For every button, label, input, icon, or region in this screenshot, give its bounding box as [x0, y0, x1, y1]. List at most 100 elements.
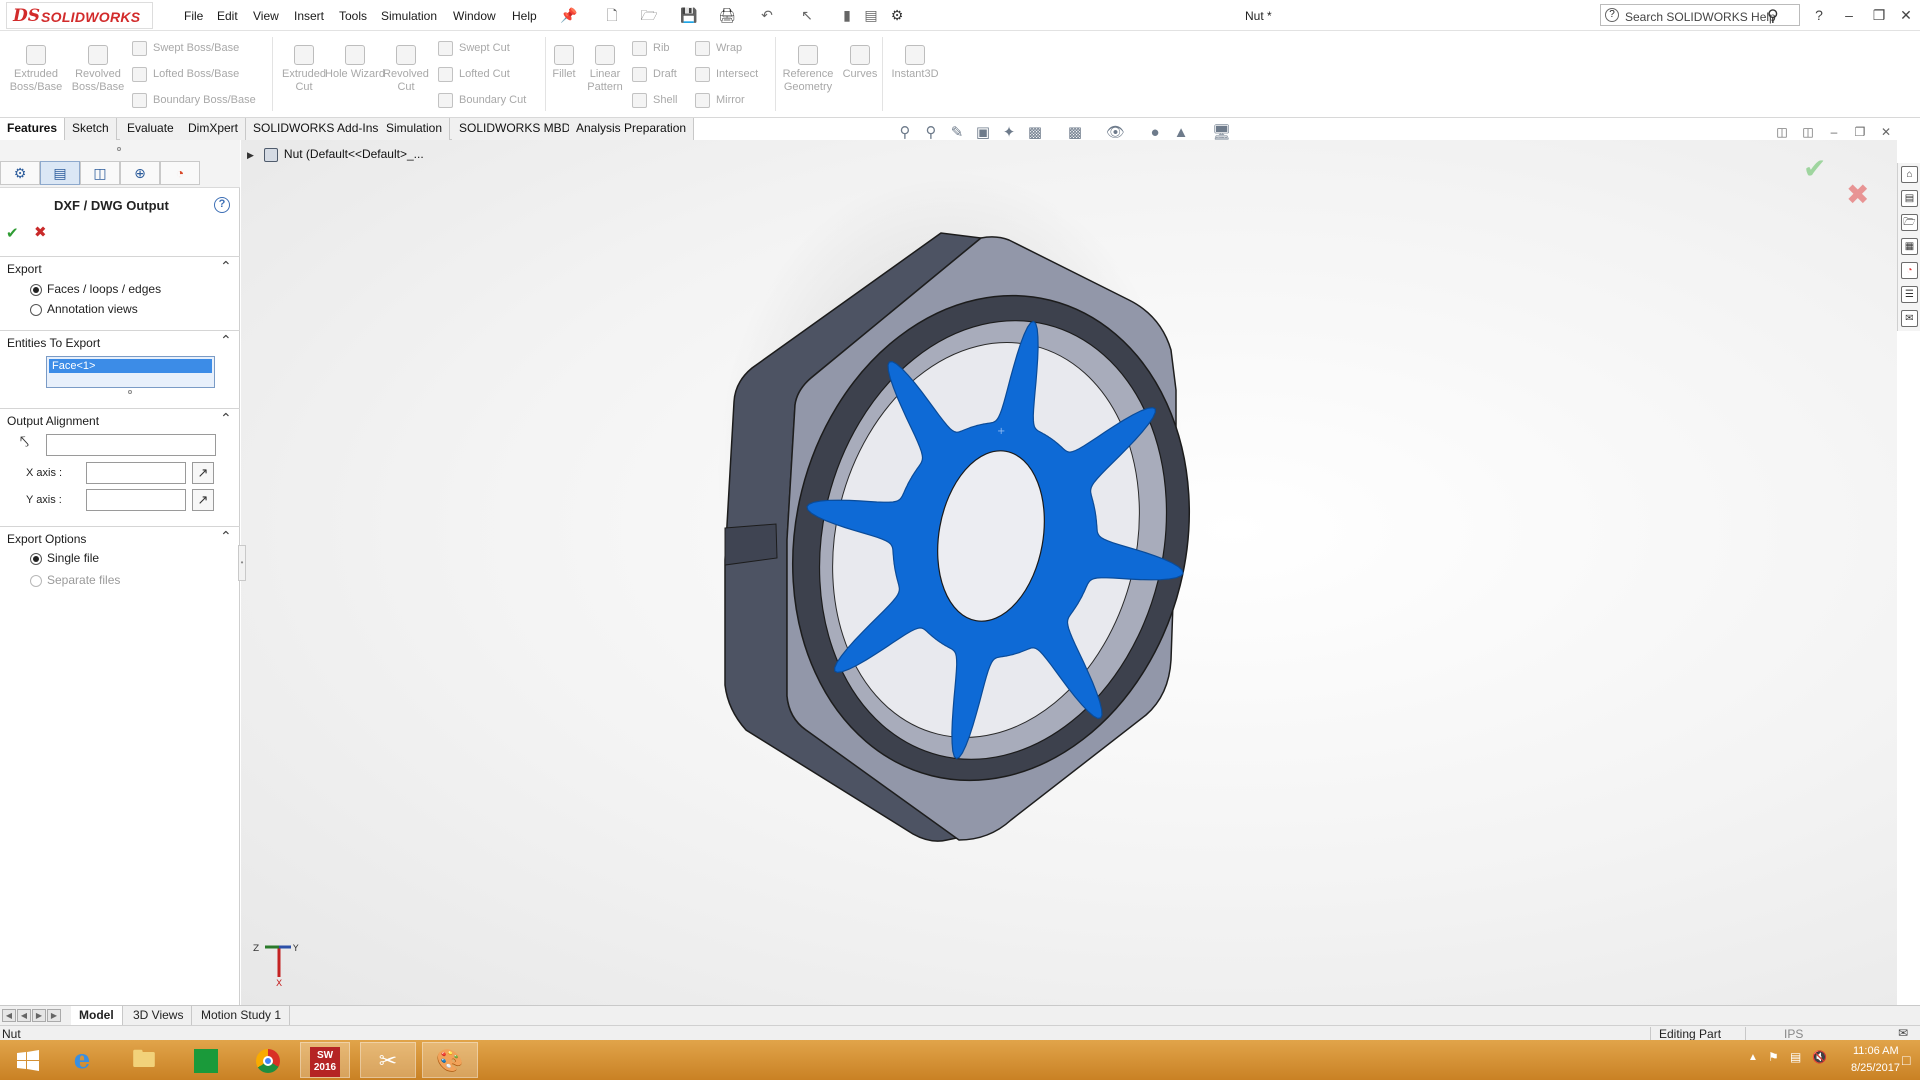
rebuild-icon[interactable]: ▮	[838, 6, 856, 24]
prev-tab-arrow-icon[interactable]: ◀	[17, 1009, 31, 1022]
confirm-cancel-icon[interactable]: ✖	[1846, 178, 1869, 211]
previous-view-icon[interactable]: ✎	[948, 124, 966, 142]
list-resize-handle[interactable]	[128, 390, 132, 394]
tab-model[interactable]: Model	[71, 1006, 123, 1025]
draft-button[interactable]: Draft	[632, 65, 677, 83]
tab-solidworks-mbd[interactable]: SOLIDWORKS MBD	[452, 118, 579, 140]
radio-faces-loops-edges[interactable]: Faces / loops / edges	[30, 281, 161, 297]
panel-splitter-handle[interactable]	[117, 147, 121, 151]
tab-simulation[interactable]: Simulation	[379, 118, 451, 140]
swept-boss-base-button[interactable]: Swept Boss/Base	[132, 39, 256, 57]
graphics-split-icon[interactable]: ◫	[1774, 125, 1790, 139]
ok-button[interactable]: ✔	[6, 224, 19, 242]
forum-icon[interactable]: ✉	[1901, 310, 1918, 327]
graphics-minimize-icon[interactable]: –	[1826, 125, 1842, 139]
section-view-icon[interactable]: ▣	[974, 124, 992, 142]
search-help-field[interactable]: ? Search SOLIDWORKS Help ⚲	[1600, 4, 1800, 26]
minimize-button[interactable]: –	[1838, 5, 1860, 25]
custom-properties-icon[interactable]: ☰	[1901, 286, 1918, 303]
snipping-tool-icon[interactable]: ✂	[360, 1042, 416, 1078]
expand-arrow-icon[interactable]: ▶	[247, 150, 254, 160]
mirror-button[interactable]: Mirror	[695, 91, 758, 109]
confirm-ok-icon[interactable]: ✔	[1803, 152, 1826, 185]
origin-field[interactable]	[46, 434, 216, 456]
appearances-icon[interactable]: ◔	[1901, 262, 1918, 279]
undo-icon[interactable]: ↶	[758, 6, 776, 24]
export-section-header[interactable]: Export ⌃	[0, 256, 240, 276]
first-tab-arrow-icon[interactable]: ◀	[2, 1009, 16, 1022]
tab-3d-views[interactable]: 3D Views	[125, 1006, 193, 1025]
radio-single-file[interactable]: Single file	[30, 550, 99, 566]
zoom-to-area-icon[interactable]: ⚲	[922, 124, 940, 142]
feature-manager-tab-icon[interactable]: ⚙	[0, 161, 40, 185]
entities-selection-list[interactable]: Face<1>	[46, 356, 215, 388]
help-icon[interactable]: ?	[214, 197, 230, 213]
chrome-icon[interactable]	[240, 1042, 296, 1078]
paint-icon[interactable]: 🎨	[422, 1042, 478, 1078]
tab-dimxpert[interactable]: DimXpert	[181, 118, 247, 140]
windows-start-icon[interactable]	[0, 1042, 56, 1078]
file-explorer-taskbar-icon[interactable]: 🖿	[116, 1042, 172, 1078]
file-properties-icon[interactable]: ▤	[862, 6, 880, 24]
cancel-button[interactable]: ✖	[34, 223, 47, 241]
clock-date[interactable]: 8/25/2017	[1851, 1062, 1900, 1074]
view-palette-icon[interactable]: ▦	[1901, 238, 1918, 255]
collapse-chevron-icon[interactable]: ⌃	[220, 258, 232, 275]
graphics-close-icon[interactable]: ✕	[1878, 125, 1894, 139]
status-units[interactable]: IPS	[1745, 1027, 1825, 1041]
last-tab-arrow-icon[interactable]: ▶	[47, 1009, 61, 1022]
display-style-icon[interactable]: ▩	[1066, 124, 1084, 142]
view-settings-icon[interactable]: 🖥	[1212, 124, 1231, 142]
restore-button[interactable]: ❐	[1868, 5, 1890, 25]
options-gear-icon[interactable]: ⚙	[888, 6, 906, 24]
solidworks-logo[interactable]: DS SOLIDWORKS	[6, 2, 153, 29]
menu-view[interactable]: View	[253, 9, 279, 23]
open-folder-icon[interactable]: 🗁	[640, 6, 658, 24]
graphics-expand-icon[interactable]: ◫	[1800, 125, 1816, 139]
lofted-boss-base-button[interactable]: Lofted Boss/Base	[132, 65, 256, 83]
next-tab-arrow-icon[interactable]: ▶	[32, 1009, 46, 1022]
property-manager-tab-icon[interactable]: ▤	[40, 161, 80, 185]
close-window-button[interactable]: ✕	[1895, 5, 1917, 25]
shell-button[interactable]: Shell	[632, 91, 677, 109]
volume-muted-icon[interactable]: 🔇	[1812, 1050, 1827, 1064]
edit-appearance-icon[interactable]: ●	[1146, 124, 1164, 142]
display-manager-tab-icon[interactable]: ◔	[160, 161, 200, 185]
revolved-cut-button[interactable]: Revolved Cut	[376, 45, 436, 94]
dimxpert-manager-tab-icon[interactable]: ⊕	[120, 161, 160, 185]
view-orientation-icon[interactable]: ▩	[1026, 124, 1044, 142]
boundary-cut-button[interactable]: Boundary Cut	[438, 91, 526, 109]
collapse-chevron-icon[interactable]: ⌃	[220, 332, 232, 349]
entity-list-item[interactable]: Face<1>	[49, 359, 212, 373]
radio-separate-files[interactable]: Separate files	[30, 572, 120, 588]
wrap-button[interactable]: Wrap	[695, 39, 758, 57]
graphics-restore-icon[interactable]: ❐	[1852, 125, 1868, 139]
action-center-flag-icon[interactable]: ⚑	[1768, 1050, 1779, 1064]
boundary-boss-base-button[interactable]: Boundary Boss/Base	[132, 91, 256, 109]
collapse-chevron-icon[interactable]: ⌃	[220, 410, 232, 427]
nut-model-view[interactable]: +	[241, 140, 1897, 1005]
linear-pattern-button[interactable]: Linear Pattern	[575, 45, 635, 94]
y-axis-field[interactable]	[86, 489, 186, 511]
tab-analysis-preparation[interactable]: Analysis Preparation	[569, 118, 695, 140]
instant3d-button[interactable]: Instant3D	[884, 45, 946, 81]
feature-tree-flyout[interactable]: ▶ Nut (Default<<Default>_...	[247, 147, 424, 162]
tooltip-icon[interactable]: ✉	[1898, 1026, 1908, 1040]
new-document-icon[interactable]: 🗋	[603, 6, 621, 24]
zoom-to-fit-icon[interactable]: ⚲	[896, 124, 914, 142]
design-library-icon[interactable]: ▤	[1901, 190, 1918, 207]
menu-window[interactable]: Window	[453, 9, 496, 23]
tab-evaluate[interactable]: Evaluate	[120, 118, 182, 140]
x-axis-field[interactable]	[86, 462, 186, 484]
save-icon[interactable]: 💾	[680, 6, 698, 24]
rib-button[interactable]: Rib	[632, 39, 677, 57]
search-icon[interactable]: ⚲	[1767, 6, 1779, 26]
store-icon[interactable]	[178, 1042, 234, 1078]
file-explorer-icon[interactable]: 🗁	[1901, 214, 1918, 231]
entities-section-header[interactable]: Entities To Export ⌃	[0, 330, 240, 350]
configuration-manager-tab-icon[interactable]: ◫	[80, 161, 120, 185]
intersect-button[interactable]: Intersect	[695, 65, 758, 83]
help-menu-button[interactable]: ?	[1808, 5, 1830, 25]
reverse-y-direction-icon[interactable]: ↗	[192, 489, 214, 511]
tab-solidworks-add-ins[interactable]: SOLIDWORKS Add-Ins	[246, 118, 387, 140]
